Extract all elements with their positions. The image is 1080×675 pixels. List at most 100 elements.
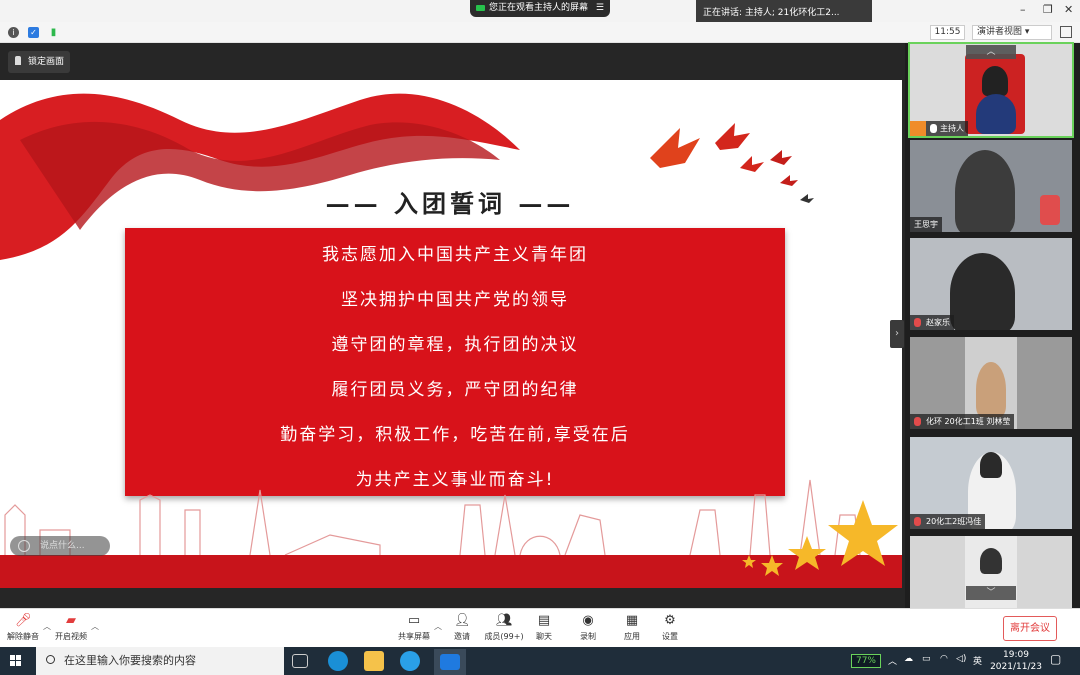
meeting-timer: 11:55 bbox=[930, 25, 965, 40]
start-video-button[interactable]: ▰ 开启视频 bbox=[48, 613, 94, 642]
search-icon bbox=[46, 655, 55, 664]
ime-indicator[interactable]: 英 bbox=[973, 654, 982, 667]
top-bar: 您正在观看主持人的屏幕 ☰ 正在讲话: 主持人; 21化环化工2... – ❐ … bbox=[0, 0, 1080, 26]
unmute-label: 解除静音 bbox=[7, 632, 39, 641]
chat-label: 聊天 bbox=[536, 632, 552, 641]
participant-tile[interactable]: 20化工2班冯佳 bbox=[910, 437, 1072, 529]
participant-label: 王思宇 bbox=[910, 217, 942, 232]
signal-icon[interactable]: ▮ bbox=[48, 27, 59, 38]
menu-icon[interactable]: ☰ bbox=[596, 0, 604, 17]
start-video-label: 开启视频 bbox=[55, 632, 87, 641]
participant-name: 20化工2班冯佳 bbox=[926, 517, 982, 526]
chat-bubble-icon bbox=[18, 540, 30, 552]
comment-placeholder: 说点什么... bbox=[40, 541, 85, 551]
windows-start-icon[interactable] bbox=[10, 655, 22, 667]
mic-icon bbox=[930, 124, 937, 133]
comment-input[interactable]: 说点什么... bbox=[10, 536, 110, 556]
notification-icon[interactable]: ▢ bbox=[1050, 652, 1061, 666]
oath-line: 坚决拥护中国共产党的领导 bbox=[341, 290, 569, 310]
person-head bbox=[980, 548, 1002, 574]
taskbar-clock[interactable]: 19:09 2021/11/23 bbox=[988, 649, 1044, 673]
presentation-slide: —— 入团誓词 —— 我志愿加入中国共产主义青年团 坚决拥护中国共产党的领导 遵… bbox=[0, 80, 902, 588]
participant-label: 20化工2班冯佳 bbox=[910, 514, 986, 529]
person-video bbox=[955, 150, 1015, 232]
participant-name: 赵家乐 bbox=[926, 318, 950, 327]
meeting-app-taskbar-button[interactable] bbox=[434, 649, 466, 675]
mic-muted-icon bbox=[914, 318, 921, 327]
participant-label: 化环 20化工1班 刘林莹 bbox=[910, 414, 1015, 429]
share-screen-label: 共享屏幕 bbox=[398, 632, 430, 641]
edge-browser-icon[interactable] bbox=[328, 651, 348, 671]
scroll-down-icon[interactable]: ﹀ bbox=[966, 586, 1016, 600]
slide-title: —— 入团誓词 —— bbox=[325, 189, 575, 218]
person-body bbox=[976, 362, 1006, 417]
person-head bbox=[980, 452, 1002, 478]
host-badge-icon bbox=[910, 121, 926, 136]
participant-name: 王思宇 bbox=[914, 220, 938, 229]
view-mode-label: 演讲者视图 bbox=[977, 27, 1023, 37]
participant-tile[interactable]: 王思宇 bbox=[910, 140, 1072, 232]
lock-screen-button[interactable]: 锁定画面 bbox=[8, 51, 70, 73]
person-video bbox=[950, 253, 1015, 330]
participant-tile[interactable]: 赵家乐 bbox=[910, 238, 1072, 330]
shield-icon[interactable]: ✓ bbox=[28, 27, 39, 38]
file-explorer-icon[interactable] bbox=[364, 651, 384, 671]
share-notice-text: 您正在观看主持人的屏幕 bbox=[489, 3, 589, 13]
gear-icon: ⚙ bbox=[664, 613, 676, 628]
oath-line: 履行团员义务，严守团的纪律 bbox=[331, 380, 579, 400]
chevron-up-icon[interactable]: ︿ bbox=[91, 621, 99, 632]
lock-screen-label: 锁定画面 bbox=[28, 57, 65, 67]
mic-muted-icon bbox=[914, 417, 921, 426]
members-icon: 👥︎ bbox=[496, 613, 513, 628]
leave-meeting-button[interactable]: 离开会议 bbox=[1003, 616, 1057, 641]
person-video bbox=[982, 66, 1008, 96]
ie-browser-icon[interactable] bbox=[400, 651, 420, 671]
meeting-toolbar: i ✓ ▮ 11:55 演讲者视图 ▾ bbox=[0, 22, 1080, 43]
collapse-sidebar-icon[interactable]: › bbox=[890, 320, 904, 348]
scroll-up-icon[interactable]: ︿ bbox=[966, 45, 1016, 59]
search-placeholder: 在这里输入你要搜索的内容 bbox=[64, 654, 196, 667]
windows-taskbar: 在这里输入你要搜索的内容 77% ︿ ☁ ▭ ◠ ◁) 英 19:09 2021… bbox=[0, 647, 1080, 675]
chat-button[interactable]: ▤ 聊天 bbox=[521, 613, 567, 642]
members-label: 成员(99+) bbox=[484, 632, 524, 641]
add-user-icon: 👤︎ bbox=[454, 613, 471, 628]
participant-label: 赵家乐 bbox=[910, 315, 954, 330]
info-icon[interactable]: i bbox=[8, 27, 19, 38]
task-view-icon[interactable] bbox=[292, 654, 308, 668]
share-notice-pill[interactable]: 您正在观看主持人的屏幕 ☰ bbox=[470, 0, 610, 17]
clock-time: 19:09 bbox=[1003, 650, 1029, 660]
oath-box: 我志愿加入中国共产主义青年团 坚决拥护中国共产党的领导 遵守团的章程，执行团的决… bbox=[125, 228, 785, 496]
minimize-icon[interactable]: – bbox=[1020, 3, 1026, 16]
fullscreen-icon[interactable] bbox=[1060, 26, 1072, 38]
mic-muted-icon bbox=[914, 517, 921, 526]
birds-image bbox=[650, 123, 814, 203]
taskbar-search-input[interactable]: 在这里输入你要搜索的内容 bbox=[36, 647, 284, 675]
participant-tile[interactable]: 化环 20化工1班 刘林莹 bbox=[910, 337, 1072, 429]
apps-icon: ▦ bbox=[625, 613, 639, 628]
invite-label: 邀请 bbox=[454, 632, 470, 641]
close-icon[interactable]: ✕ bbox=[1064, 3, 1073, 16]
chevron-up-icon[interactable]: ︿ bbox=[888, 654, 897, 667]
wifi-icon[interactable]: ◠ bbox=[940, 654, 948, 664]
pin-icon bbox=[15, 56, 21, 65]
share-screen-button[interactable]: ▭ 共享屏幕 bbox=[391, 613, 437, 642]
volume-icon[interactable]: ◁) bbox=[956, 654, 966, 664]
view-mode-button[interactable]: 演讲者视图 ▾ bbox=[972, 25, 1052, 40]
record-label: 录制 bbox=[580, 632, 596, 641]
invite-button[interactable]: 👤︎ 邀请 bbox=[439, 613, 485, 642]
restore-icon[interactable]: ❐ bbox=[1043, 3, 1053, 16]
apps-label: 应用 bbox=[624, 632, 640, 641]
stars-image bbox=[742, 500, 898, 576]
cloud-icon[interactable]: ☁ bbox=[904, 654, 913, 664]
battery-icon[interactable]: ▭ bbox=[922, 654, 931, 664]
record-button[interactable]: ◉ 录制 bbox=[565, 613, 611, 642]
settings-button[interactable]: ⚙ 设置 bbox=[647, 613, 693, 642]
mic-muted-icon: 🎤︎ bbox=[15, 613, 32, 628]
meeting-app-icon bbox=[440, 654, 460, 670]
person-body bbox=[976, 94, 1016, 134]
battery-indicator[interactable]: 77% bbox=[851, 654, 881, 668]
video-icon bbox=[476, 4, 485, 11]
oath-line: 遵守团的章程，执行团的决议 bbox=[331, 335, 579, 355]
meeting-controls-bar: 🎤︎ 解除静音 ︿ ▰ 开启视频 ︿ ▭ 共享屏幕 ︿ 👤︎ 邀请 👥︎ 成员(… bbox=[0, 608, 1080, 647]
unmute-button[interactable]: 🎤︎ 解除静音 bbox=[0, 613, 46, 642]
